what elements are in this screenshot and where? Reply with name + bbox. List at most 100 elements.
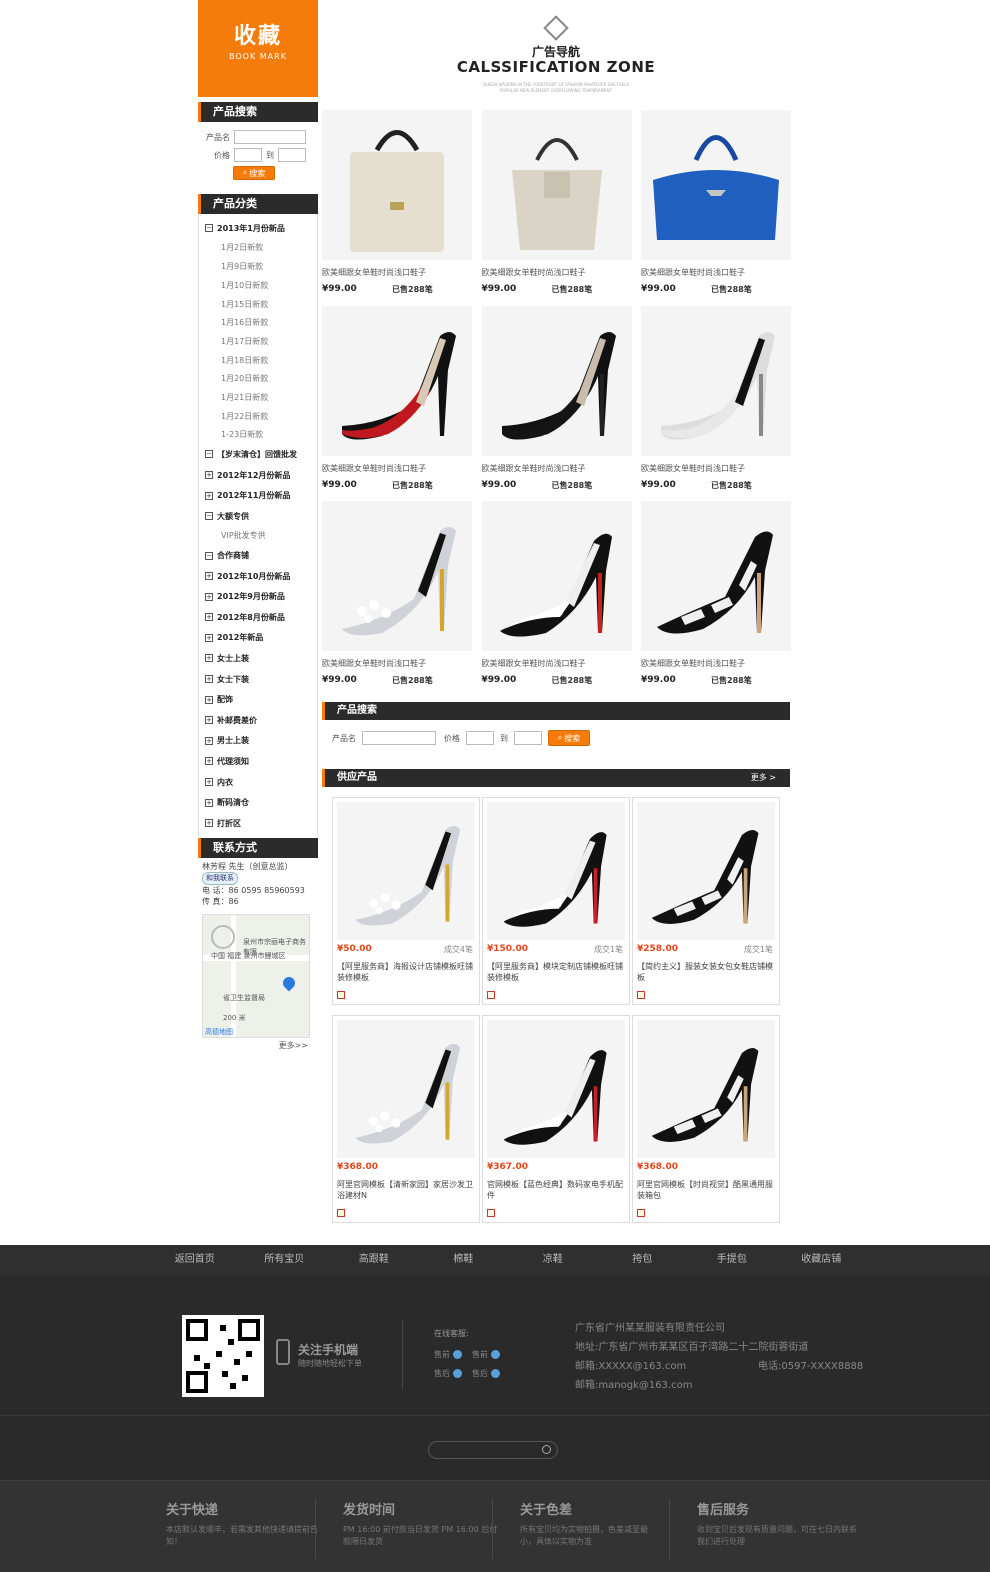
product-card[interactable]: 欧美细跟女单鞋时尚浅口鞋子 ¥99.00 已售288笔 xyxy=(481,305,632,491)
category-item[interactable]: +2012年11月份新品 xyxy=(199,485,317,506)
product-card[interactable]: 欧美细跟女单鞋时尚浅口鞋子 ¥99.00 已售288笔 xyxy=(322,110,472,295)
category-item[interactable]: + 打折区 xyxy=(199,813,317,834)
main-name-input[interactable] xyxy=(362,731,436,745)
cs-aftersale-2[interactable]: 售后 xyxy=(472,1368,500,1379)
footer-nav-link[interactable]: 所有宝贝 xyxy=(240,1245,330,1275)
product-name[interactable]: 欧美细跟女单鞋时尚浅口鞋子 xyxy=(482,658,632,669)
supply-image[interactable] xyxy=(337,1020,475,1158)
category-item[interactable]: − 合作商铺 xyxy=(199,545,317,566)
product-name[interactable]: 欧美细跟女单鞋时尚浅口鞋子 xyxy=(322,267,472,278)
supply-card[interactable]: ¥50.00 成交4笔 【阿里服务商】海报设计店铺模板旺铺装修模板 xyxy=(332,797,480,1005)
product-image[interactable] xyxy=(481,110,632,260)
category-item[interactable]: +2012年8月份新品 xyxy=(199,607,317,628)
name-input[interactable] xyxy=(234,130,306,144)
price-max-input[interactable] xyxy=(278,148,306,162)
expand-icon[interactable]: + xyxy=(205,654,213,663)
supply-image[interactable] xyxy=(487,802,625,940)
expand-icon[interactable]: + xyxy=(205,613,213,622)
expand-icon[interactable]: + xyxy=(205,716,213,725)
bookmark-button[interactable]: 收藏 BOOK MARK xyxy=(198,0,318,97)
supply-card[interactable]: ¥258.00 成交1笔 【简约主义】服装女装女包女鞋店铺模板 xyxy=(632,797,780,1005)
expand-icon[interactable]: + xyxy=(205,798,213,807)
footer-search-input[interactable] xyxy=(428,1441,558,1459)
category-item[interactable]: +2012年10月份新品 xyxy=(199,566,317,587)
category-item[interactable]: + 男士上装 xyxy=(199,731,317,752)
product-card[interactable]: 欧美细跟女单鞋时尚浅口鞋子 ¥99.00 已售288笔 xyxy=(641,305,791,491)
footer-nav-link[interactable]: 手提包 xyxy=(687,1245,777,1275)
footer-nav-link[interactable]: 凉鞋 xyxy=(508,1245,598,1275)
category-item[interactable]: + 补邮费差价 xyxy=(199,710,317,731)
subcategory-item[interactable]: 1月10日新款 xyxy=(199,276,317,295)
category-item[interactable]: −2013年1月份新品 xyxy=(199,218,317,239)
product-name[interactable]: 欧美细跟女单鞋时尚浅口鞋子 xyxy=(482,463,632,474)
supply-card[interactable]: ¥368.00 阿里官网模板【时尚视觉】酷黑通用服装箱包 xyxy=(632,1015,780,1223)
footer-nav-link[interactable]: 返回首页 xyxy=(150,1245,240,1275)
product-image[interactable] xyxy=(481,305,632,456)
product-name[interactable]: 欧美细跟女单鞋时尚浅口鞋子 xyxy=(482,267,632,278)
product-name[interactable]: 欧美细跟女单鞋时尚浅口鞋子 xyxy=(641,658,791,669)
product-image[interactable] xyxy=(322,501,472,651)
subcategory-item[interactable]: 1月20日新款 xyxy=(199,369,317,388)
supply-name[interactable]: 阿里官网模板【时尚视觉】酷黑通用服装箱包 xyxy=(637,1179,775,1201)
category-item[interactable]: +2012年12月份新品 xyxy=(199,465,317,486)
category-item[interactable]: + 女士下装 xyxy=(199,669,317,690)
subcategory-item[interactable]: VIP批发专供 xyxy=(199,527,317,546)
supply-name[interactable]: 阿里官网模板【清新家园】家居沙发卫浴建材N xyxy=(337,1179,475,1201)
supply-image[interactable] xyxy=(337,802,475,940)
main-search-button[interactable]: ⌕ 搜索 xyxy=(548,730,590,746)
product-image[interactable] xyxy=(641,305,791,456)
cs-aftersale-1[interactable]: 售后 xyxy=(434,1368,462,1379)
product-image[interactable] xyxy=(641,501,791,651)
collapse-icon[interactable]: − xyxy=(205,224,213,233)
product-card[interactable]: 欧美细跟女单鞋时尚浅口鞋子 ¥99.00 已售288笔 xyxy=(481,501,632,686)
footer-nav-link[interactable]: 高跟鞋 xyxy=(329,1245,419,1275)
supply-name[interactable]: 官网模板【蓝色经典】数码家电手机配件 xyxy=(487,1179,625,1201)
cs-presale-1[interactable]: 售前 xyxy=(434,1349,462,1360)
category-item[interactable]: + 女士上装 xyxy=(199,648,317,669)
supply-image[interactable] xyxy=(637,1020,775,1158)
expand-icon[interactable]: + xyxy=(205,819,213,828)
expand-icon[interactable]: + xyxy=(205,572,213,581)
product-name[interactable]: 欧美细跟女单鞋时尚浅口鞋子 xyxy=(641,267,791,278)
supply-name[interactable]: 【阿里服务商】模块定制店铺模板旺铺装修模板 xyxy=(487,961,625,983)
main-price-min-input[interactable] xyxy=(466,731,494,745)
supply-card[interactable]: ¥150.00 成交1笔 【阿里服务商】模块定制店铺模板旺铺装修模板 xyxy=(482,797,630,1005)
supply-more-link[interactable]: 更多 > xyxy=(751,769,776,787)
subcategory-item[interactable]: 1月15日新款 xyxy=(199,295,317,314)
map-more-link[interactable]: 更多>> xyxy=(198,1040,318,1051)
expand-icon[interactable]: + xyxy=(205,778,213,787)
expand-icon[interactable]: + xyxy=(205,471,213,480)
subcategory-item[interactable]: 1月9日新款 xyxy=(199,257,317,276)
category-item[interactable]: + 断码清仓 xyxy=(199,792,317,813)
product-card[interactable]: 欧美细跟女单鞋时尚浅口鞋子 ¥99.00 已售288笔 xyxy=(481,110,632,295)
expand-icon[interactable]: + xyxy=(205,675,213,684)
expand-icon[interactable]: + xyxy=(205,592,213,601)
subcategory-item[interactable]: 1月22日新款 xyxy=(199,407,317,426)
expand-icon[interactable]: + xyxy=(205,736,213,745)
product-card[interactable]: 欧美细跟女单鞋时尚浅口鞋子 ¥99.00 已售288笔 xyxy=(641,110,791,295)
map-zoom-control[interactable] xyxy=(211,924,235,949)
expand-icon[interactable]: + xyxy=(205,491,213,500)
product-card[interactable]: 欧美细跟女单鞋时尚浅口鞋子 ¥99.00 已售288笔 xyxy=(322,305,472,491)
product-image[interactable] xyxy=(641,110,791,260)
cs-presale-2[interactable]: 售前 xyxy=(472,1349,500,1360)
product-card[interactable]: 欧美细跟女单鞋时尚浅口鞋子 ¥99.00 已售288笔 xyxy=(322,501,472,686)
category-item[interactable]: + 配饰 xyxy=(199,689,317,710)
supply-name[interactable]: 【阿里服务商】海报设计店铺模板旺铺装修模板 xyxy=(337,961,475,983)
supply-image[interactable] xyxy=(637,802,775,940)
supply-name[interactable]: 【简约主义】服装女装女包女鞋店铺模板 xyxy=(637,961,775,983)
price-min-input[interactable] xyxy=(234,148,262,162)
product-name[interactable]: 欧美细跟女单鞋时尚浅口鞋子 xyxy=(322,463,472,474)
collapse-icon[interactable]: − xyxy=(205,512,213,521)
product-name[interactable]: 欧美细跟女单鞋时尚浅口鞋子 xyxy=(322,658,472,669)
category-item[interactable]: + 内衣 xyxy=(199,772,317,793)
search-icon[interactable] xyxy=(542,1445,551,1454)
subcategory-item[interactable]: 1-23日新款 xyxy=(199,425,317,444)
footer-nav-link[interactable]: 挎包 xyxy=(598,1245,688,1275)
sidebar-search-button[interactable]: ⌕ 搜索 xyxy=(233,166,275,180)
collapse-icon[interactable]: − xyxy=(205,551,213,560)
main-price-max-input[interactable] xyxy=(514,731,542,745)
supply-card[interactable]: ¥367.00 官网模板【蓝色经典】数码家电手机配件 xyxy=(482,1015,630,1223)
product-image[interactable] xyxy=(481,501,632,651)
supply-card[interactable]: ¥368.00 阿里官网模板【清新家园】家居沙发卫浴建材N xyxy=(332,1015,480,1223)
